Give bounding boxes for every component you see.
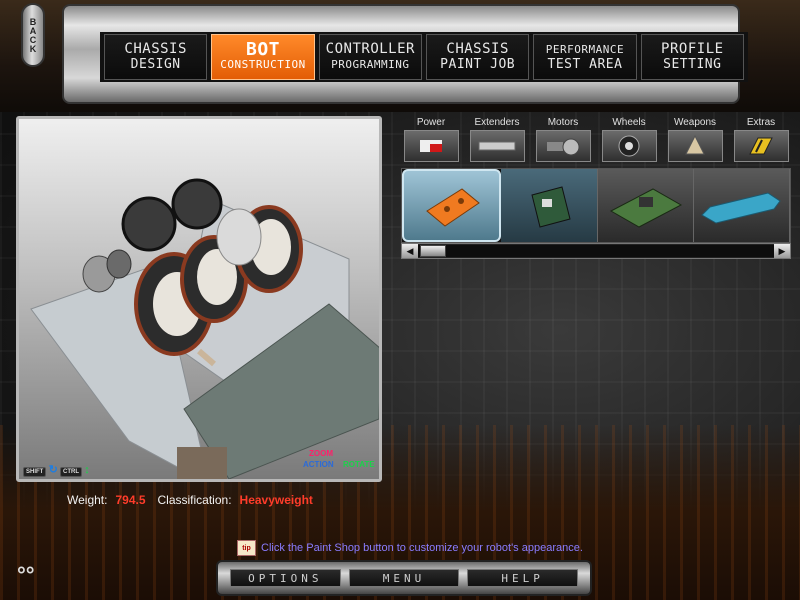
tab-label: TEST AREA: [547, 57, 623, 72]
extender-bar-icon: [469, 130, 525, 162]
part-thumbnail: [177, 447, 227, 479]
classification-value: Heavyweight: [239, 493, 313, 507]
weight-value: 794.5: [115, 493, 146, 507]
tab-label: SETTING: [663, 57, 722, 72]
scroll-track[interactable]: [418, 245, 774, 257]
scroll-thumb[interactable]: [420, 245, 446, 257]
category-power[interactable]: Power: [401, 116, 461, 168]
part-category-bar: Power Extenders Motors Wheels Weapons Ex…: [401, 116, 791, 168]
tab-label: CHASSIS: [446, 41, 509, 57]
shift-key-label: SHIFT: [23, 467, 47, 477]
robot-3d-viewport[interactable]: SHIFT ↻ CTRL ↕ ZOOM ACTION ROTATE: [16, 116, 382, 482]
back-label: BACK: [28, 17, 38, 53]
bottom-menu-bar: OPTIONS MENU HELP: [216, 560, 592, 596]
blue-cylinder-part: [701, 191, 782, 224]
battery-icon: [403, 130, 459, 162]
tab-label: DESIGN: [130, 57, 181, 72]
robot-model: [30, 178, 379, 479]
zoom-label: ZOOM: [309, 449, 333, 458]
category-extenders[interactable]: Extenders: [467, 116, 527, 168]
green-board-part: [610, 187, 683, 228]
category-label: Extras: [746, 117, 776, 128]
up-down-arrow-icon: ↕: [84, 464, 90, 476]
rotate-label: ROTATE: [343, 460, 375, 469]
weight-label: Weight:: [67, 493, 108, 507]
category-weapons[interactable]: Weapons: [665, 116, 725, 168]
hazard-plate-icon: [733, 130, 789, 162]
tab-chassis-design[interactable]: CHASSIS DESIGN: [104, 34, 208, 80]
motor-icon: [535, 130, 591, 162]
category-label: Motors: [547, 117, 579, 128]
category-label: Wheels: [612, 117, 646, 128]
part-green-board[interactable]: [597, 169, 694, 242]
category-label: Power: [416, 117, 446, 128]
tip-icon: tip: [237, 540, 256, 556]
options-button[interactable]: OPTIONS: [230, 569, 341, 587]
scroll-right-button[interactable]: ▶: [774, 244, 790, 258]
main-nav-bar: CHASSIS DESIGN BOT CONSTRUCTION CONTROLL…: [62, 4, 748, 104]
scroll-left-button[interactable]: ◀: [402, 244, 418, 258]
classification-label: Classification:: [157, 493, 232, 507]
rotate-arrow-icon: ↻: [48, 464, 58, 476]
tab-label: PROFILE: [661, 41, 724, 57]
tab-label: PROGRAMMING: [331, 58, 410, 71]
tab-label: CONTROLLER: [325, 41, 415, 57]
part-selection-strip: [401, 168, 791, 243]
action-label: ACTION: [303, 460, 334, 469]
robot-stats: Weight: 794.5 Classification: Heavyweigh…: [67, 493, 313, 507]
category-extras[interactable]: Extras: [731, 116, 791, 168]
category-label: Extenders: [474, 117, 520, 128]
back-button[interactable]: BACK: [21, 3, 45, 67]
tab-label: PAINT JOB: [440, 57, 516, 72]
tab-performance-test-area[interactable]: PERFORMANCE TEST AREA: [533, 34, 637, 80]
nav-tabs: CHASSIS DESIGN BOT CONSTRUCTION CONTROLL…: [100, 32, 748, 82]
tab-controller-programming[interactable]: CONTROLLER PROGRAMMING: [318, 34, 422, 80]
loading-spinner-icon: °°: [17, 562, 35, 587]
tab-label: BOT: [245, 39, 280, 60]
tab-label: PERFORMANCE: [545, 43, 625, 56]
tab-chassis-paint-job[interactable]: CHASSIS PAINT JOB: [425, 34, 530, 80]
part-blue-cylinder[interactable]: [693, 169, 790, 242]
help-button[interactable]: HELP: [467, 569, 579, 587]
category-label: Weapons: [673, 117, 717, 128]
category-motors[interactable]: Motors: [533, 116, 593, 168]
category-wheels[interactable]: Wheels: [599, 116, 659, 168]
tab-label: CHASSIS: [124, 41, 187, 57]
part-orange-plate[interactable]: [402, 169, 502, 242]
menu-button[interactable]: MENU: [348, 569, 460, 587]
circuit-board-part: [531, 185, 571, 228]
part-circuit-board[interactable]: [501, 169, 598, 242]
tab-label: CONSTRUCTION: [220, 58, 306, 71]
spike-icon: [667, 130, 723, 162]
tip-bar: tip Click the Paint Shop button to custo…: [237, 540, 583, 556]
tip-text: Click the Paint Shop button to customize…: [261, 542, 583, 554]
wheel-icon: [601, 130, 657, 162]
tab-profile-setting[interactable]: PROFILE SETTING: [640, 34, 744, 80]
camera-key-legend: SHIFT ↻ CTRL ↕: [23, 463, 90, 477]
part-scrollbar[interactable]: ◀ ▶: [401, 243, 791, 259]
orange-plate-part: [425, 187, 480, 227]
tab-bot-construction[interactable]: BOT CONSTRUCTION: [211, 34, 315, 80]
ctrl-key-label: CTRL: [60, 467, 83, 477]
